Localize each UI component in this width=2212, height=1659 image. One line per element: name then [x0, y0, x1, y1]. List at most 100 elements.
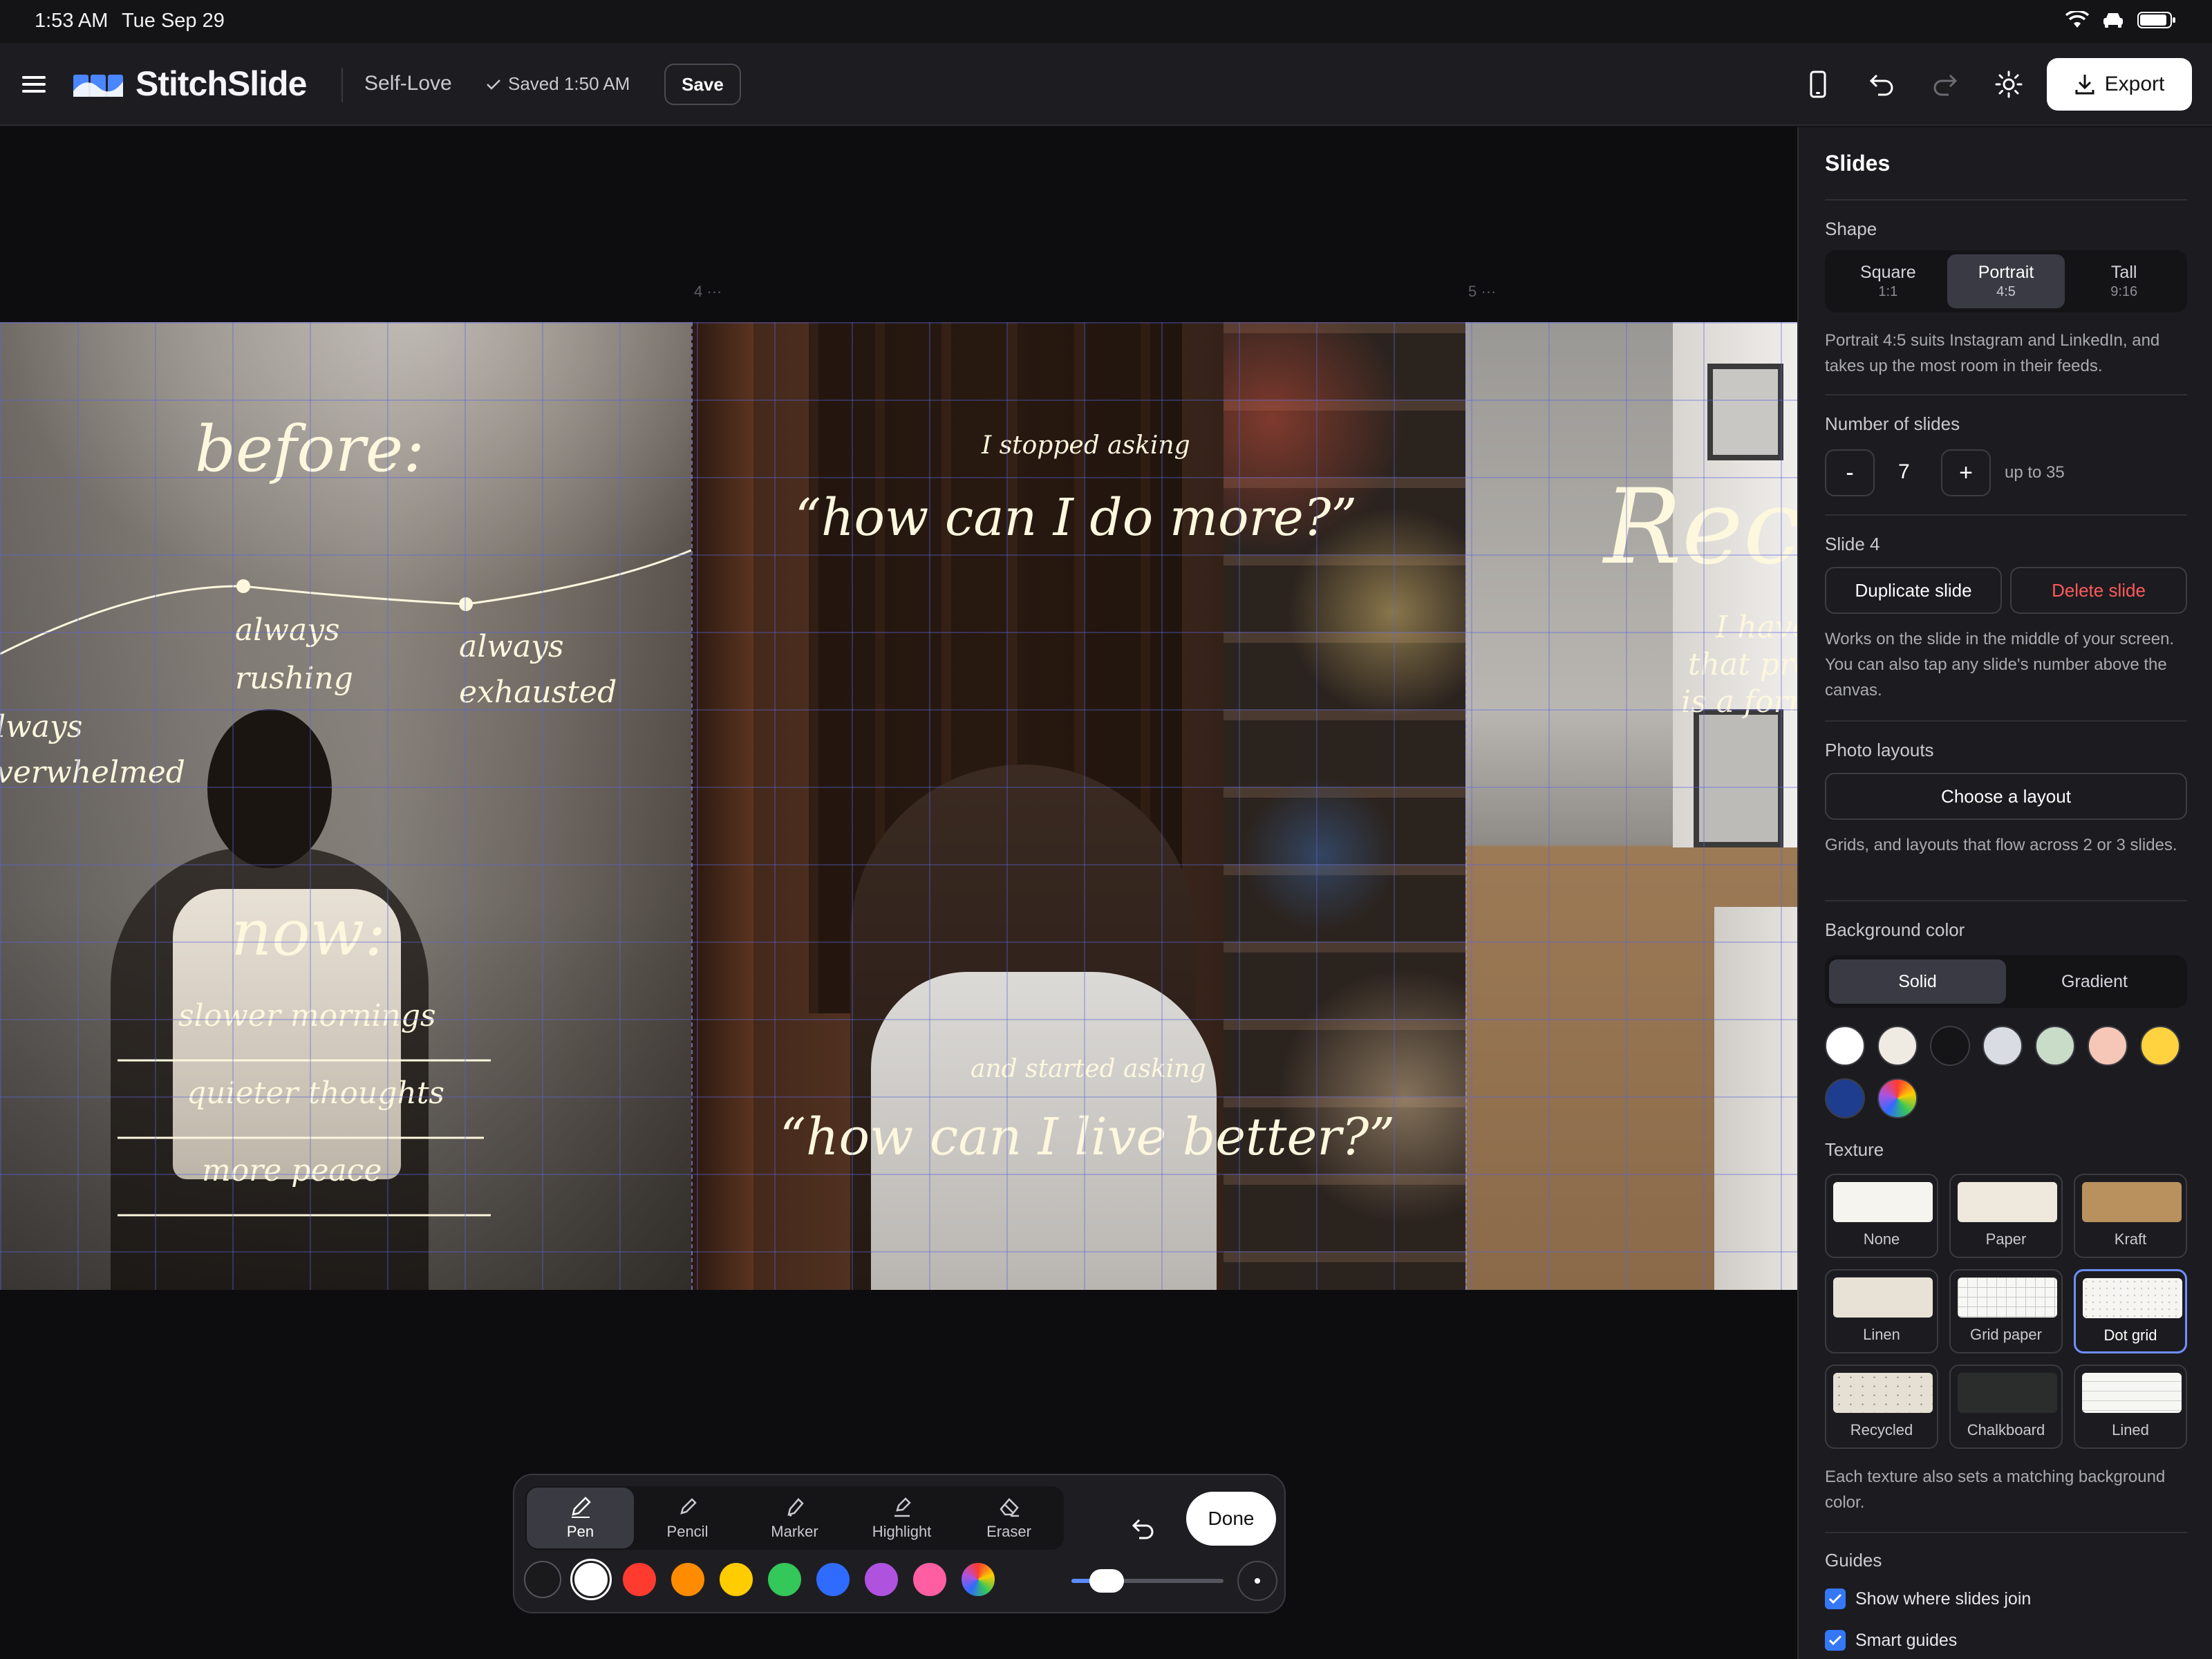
- annotation-always-1[interactable]: always: [235, 612, 340, 648]
- canvas[interactable]: 4 ··· 5 ··· before: always rushing alway…: [0, 127, 1797, 1659]
- texture-help: Each texture also sets a matching backgr…: [1825, 1468, 2166, 1512]
- annotation-rushing[interactable]: rushing: [235, 661, 353, 696]
- shape-square[interactable]: Square 1:1: [1829, 254, 1947, 308]
- color-swatch[interactable]: [718, 1561, 755, 1598]
- texture-recycled[interactable]: Recycled: [1825, 1365, 1938, 1449]
- color-swatch[interactable]: [524, 1561, 561, 1598]
- slide-strip[interactable]: before: always rushing always exhausted …: [0, 322, 1797, 1290]
- texture-lined[interactable]: Lined: [2074, 1365, 2187, 1449]
- duplicate-slide-button[interactable]: Duplicate slide: [1825, 567, 2002, 614]
- eraser-icon: [999, 1498, 1019, 1517]
- annotation-exhausted[interactable]: exhausted: [459, 675, 617, 710]
- quote-do-more[interactable]: “how can I do more?”: [795, 488, 1357, 547]
- rainbow-color-picker[interactable]: [959, 1561, 997, 1598]
- custom-color-picker[interactable]: [1877, 1078, 1918, 1118]
- tool-eraser[interactable]: Eraser: [955, 1488, 1062, 1548]
- annotation-always-3[interactable]: lways: [0, 709, 82, 744]
- check-icon: [487, 79, 500, 90]
- now-line-3[interactable]: more peace: [202, 1153, 382, 1188]
- slide-5-line-1[interactable]: I have: [1716, 610, 1797, 645]
- texture-label: Texture: [1825, 1139, 1884, 1160]
- mode-solid[interactable]: Solid: [1829, 959, 2006, 1004]
- annotation-always-2[interactable]: always: [459, 629, 564, 664]
- now-line-1[interactable]: slower mornings: [178, 998, 436, 1033]
- color-swatch[interactable]: [814, 1561, 852, 1598]
- slide-number-5[interactable]: 5 ···: [1468, 283, 1496, 301]
- guide-smart-row[interactable]: Smart guides: [1825, 1630, 1957, 1651]
- color-swatch[interactable]: [911, 1561, 948, 1598]
- tool-label: Eraser: [986, 1523, 1031, 1540]
- slide-5-line-2[interactable]: that pro: [1688, 647, 1797, 682]
- brush-dot-button[interactable]: [1237, 1561, 1277, 1601]
- undo-stroke-button[interactable]: [1123, 1508, 1164, 1550]
- quote-live-better[interactable]: “how can I live better?”: [780, 1107, 1395, 1167]
- phone-preview-button[interactable]: [1797, 64, 1839, 105]
- annotation-overwhelmed[interactable]: verwhelmed: [0, 755, 185, 790]
- texture-thumb: [1958, 1182, 2057, 1222]
- texture-dot-grid[interactable]: Dot grid: [2074, 1269, 2187, 1353]
- increase-slides-button[interactable]: +: [1941, 449, 1991, 496]
- bg-color-swatch[interactable]: [1930, 1026, 1970, 1066]
- tool-marker[interactable]: Marker: [741, 1488, 848, 1548]
- decrease-slides-button[interactable]: -: [1825, 449, 1875, 496]
- color-swatch[interactable]: [863, 1561, 900, 1598]
- guides-label: Guides: [1825, 1550, 1882, 1571]
- slider-thumb[interactable]: [1089, 1569, 1124, 1593]
- checkbox-checked[interactable]: [1825, 1630, 1846, 1651]
- menu-icon[interactable]: [21, 71, 48, 98]
- bg-color-swatch[interactable]: [1983, 1026, 2023, 1066]
- redo-button[interactable]: [1924, 64, 1966, 105]
- choose-layout-button[interactable]: Choose a layout: [1825, 773, 2187, 820]
- phone-icon: [1810, 71, 1826, 98]
- status-time: 1:53 AM: [35, 10, 109, 32]
- slide-3[interactable]: before: always rushing always exhausted …: [0, 322, 691, 1290]
- slide-5[interactable]: Rec I have that pro is a form: [1465, 322, 1797, 1290]
- tool-pen[interactable]: Pen: [527, 1488, 634, 1548]
- bg-color-swatch[interactable]: [2140, 1026, 2180, 1066]
- checkbox-checked[interactable]: [1825, 1588, 1846, 1609]
- color-swatch[interactable]: [766, 1561, 803, 1598]
- done-button[interactable]: Done: [1186, 1492, 1276, 1546]
- stroke-size-slider[interactable]: [1071, 1569, 1224, 1593]
- texture-chalkboard[interactable]: Chalkboard: [1949, 1365, 2063, 1449]
- texture-kraft[interactable]: Kraft: [2074, 1174, 2187, 1258]
- bg-color-swatch[interactable]: [1825, 1078, 1865, 1118]
- started-asking-text[interactable]: and started asking: [971, 1055, 1206, 1083]
- texture-paper[interactable]: Paper: [1949, 1174, 2063, 1258]
- texture-grid-paper[interactable]: Grid paper: [1949, 1269, 2063, 1353]
- theme-toggle-button[interactable]: [1988, 64, 2030, 105]
- texture-none[interactable]: None: [1825, 1174, 1938, 1258]
- save-button[interactable]: Save: [664, 64, 741, 105]
- bg-color-swatch[interactable]: [1877, 1026, 1918, 1066]
- slide-4[interactable]: I stopped asking “how can I do more?” an…: [691, 322, 1465, 1290]
- shape-tall[interactable]: Tall 9:16: [2065, 254, 2183, 308]
- bg-color-swatch[interactable]: [2035, 1026, 2075, 1066]
- color-swatch[interactable]: [570, 1559, 612, 1600]
- now-heading[interactable]: now:: [231, 896, 386, 970]
- mode-gradient[interactable]: Gradient: [2006, 959, 2183, 1004]
- stopped-asking-text[interactable]: I stopped asking: [982, 431, 1190, 460]
- tool-pencil[interactable]: Pencil: [634, 1488, 741, 1548]
- color-swatch[interactable]: [669, 1561, 706, 1598]
- texture-thumb: [2082, 1373, 2182, 1413]
- shape-portrait[interactable]: Portrait 4:5: [1947, 254, 2065, 308]
- divider: [1825, 720, 2187, 722]
- undo-button[interactable]: [1861, 64, 1902, 105]
- color-swatch[interactable]: [621, 1561, 658, 1598]
- tool-highlight[interactable]: Highlight: [848, 1488, 955, 1548]
- slide-5-title[interactable]: Rec: [1604, 467, 1797, 588]
- bg-color-swatch[interactable]: [1825, 1026, 1865, 1066]
- delete-slide-button[interactable]: Delete slide: [2010, 567, 2187, 614]
- status-date: Tue Sep 29: [122, 10, 225, 32]
- guide-slide-join-row[interactable]: Show where slides join: [1825, 1588, 2031, 1609]
- now-line-2[interactable]: quieter thoughts: [187, 1076, 444, 1111]
- slide-5-line-3[interactable]: is a form: [1681, 684, 1797, 720]
- bg-color-swatch[interactable]: [2088, 1026, 2128, 1066]
- slide-number-4[interactable]: 4 ···: [694, 283, 722, 301]
- before-heading[interactable]: before:: [195, 412, 424, 486]
- shape-help: Portrait 4:5 suits Instagram and LinkedI…: [1825, 331, 2160, 375]
- document-title[interactable]: Self-Love: [364, 72, 452, 95]
- export-button[interactable]: Export: [2047, 58, 2192, 111]
- texture-linen[interactable]: Linen: [1825, 1269, 1938, 1353]
- tool-label: Pencil: [666, 1523, 709, 1540]
